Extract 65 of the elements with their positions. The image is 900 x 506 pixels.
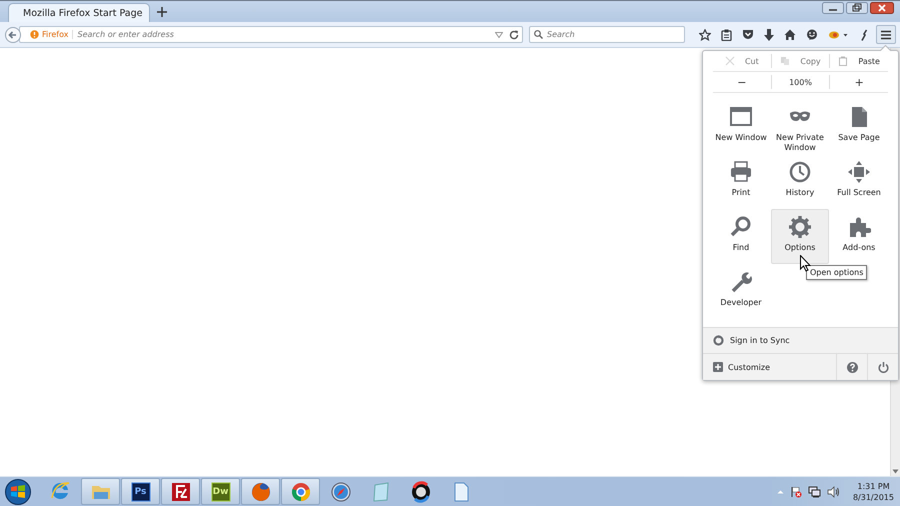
reload-icon[interactable] (509, 30, 519, 40)
action-center-icon[interactable] (790, 486, 802, 498)
edit-button[interactable]: Paste (829, 54, 888, 68)
restore-icon[interactable] (846, 2, 868, 14)
menu-item[interactable]: Find (712, 209, 770, 264)
search-bar[interactable]: Search (529, 26, 685, 43)
zoom-in-button[interactable]: + (829, 75, 888, 89)
sync-icon (713, 335, 724, 346)
browser-tab[interactable]: Mozilla Firefox Start Page (8, 3, 150, 22)
cursor-icon (800, 255, 811, 272)
cut-icon (724, 56, 735, 66)
power-icon[interactable] (878, 362, 888, 372)
search-icon (534, 30, 543, 39)
magnifier-icon (729, 215, 753, 239)
home-icon[interactable] (784, 29, 796, 40)
clock[interactable]: 1:31 PM 8/31/2015 (852, 480, 894, 502)
start-button[interactable] (4, 478, 32, 506)
taskbar-app[interactable]: Dw (201, 478, 240, 505)
clock-icon (788, 160, 812, 184)
window-icon (729, 105, 753, 129)
compass-icon (328, 480, 352, 504)
volume-icon[interactable] (826, 486, 839, 498)
menu-item[interactable]: History (771, 154, 829, 209)
pocket-icon[interactable] (742, 29, 754, 40)
printer-icon (729, 160, 753, 184)
gear-icon (788, 215, 812, 239)
menu-icon (880, 30, 892, 40)
sync-button[interactable]: Sign in to Sync (703, 327, 898, 353)
search-field[interactable]: Search (547, 30, 684, 39)
network-icon[interactable] (808, 486, 821, 498)
menu-item[interactable]: Print (712, 154, 770, 209)
plus-icon (713, 362, 723, 372)
extension-icon[interactable] (828, 28, 850, 40)
download-icon[interactable] (764, 28, 774, 40)
bookmark-star-icon[interactable] (699, 28, 711, 40)
menu-item[interactable]: New Window (712, 99, 770, 154)
paste-icon (838, 56, 848, 66)
back-icon[interactable] (5, 26, 21, 42)
new-tab-icon[interactable] (156, 6, 168, 18)
ps-icon (128, 480, 152, 504)
minimize-icon[interactable] (822, 2, 844, 14)
close-icon[interactable] (870, 2, 894, 14)
menu-button[interactable] (876, 25, 896, 44)
menu-item[interactable]: Save Page (830, 99, 888, 154)
tooltip: Open options (806, 265, 868, 280)
scroll-down-icon[interactable] (892, 469, 899, 474)
dropdown-icon[interactable] (495, 32, 503, 38)
clipboard-icon[interactable] (721, 28, 732, 40)
taskbar-app[interactable]: Ps (121, 478, 160, 505)
menu-item[interactable]: New Private Window (771, 99, 829, 154)
wrench-icon (729, 270, 753, 294)
menu-item[interactable]: Developer (712, 264, 770, 319)
copy-icon (780, 56, 790, 66)
menu-item[interactable]: Full Screen (830, 154, 888, 209)
menu-item[interactable]: Options (771, 209, 829, 264)
zoom-out-button[interactable]: − (713, 75, 771, 89)
chat-icon[interactable] (806, 28, 818, 40)
menu-item[interactable]: Add-ons (830, 209, 888, 264)
help-icon[interactable] (846, 362, 858, 372)
zoom-reset-button[interactable]: 100% (770, 75, 830, 89)
puzzle-icon (847, 215, 871, 239)
dw-icon (208, 480, 232, 504)
fullscreen-icon (847, 160, 871, 184)
address-field[interactable]: Search or enter address (77, 30, 491, 39)
taskbar-app[interactable] (161, 478, 200, 505)
